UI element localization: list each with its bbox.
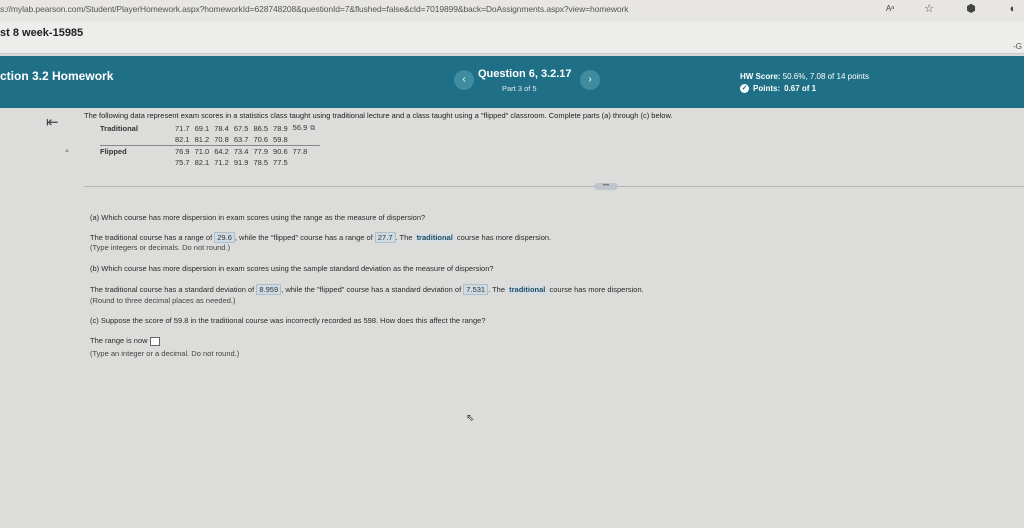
divider xyxy=(84,186,1024,187)
part-b-text: . The xyxy=(488,285,506,294)
read-aloud-icon[interactable]: Aᵃ xyxy=(882,4,898,13)
extension-icon[interactable]: ⬢ xyxy=(960,2,982,15)
part-a-text: course has more dispersion. xyxy=(456,233,552,242)
range-flipped-answer[interactable]: 27.7 xyxy=(374,232,396,243)
copy-data-icon[interactable]: ⧉ xyxy=(310,125,315,132)
course-bar: st 8 week-15985 -G xyxy=(0,22,1024,54)
table-cell: 86.5 xyxy=(253,123,269,133)
table-cell xyxy=(293,157,321,168)
table-row: Flipped 76.9 71.0 64.2 73.4 77.9 90.6 77… xyxy=(100,145,321,157)
points-label: Points: xyxy=(753,84,781,93)
table-cell: 82.1 xyxy=(175,135,190,144)
range-traditional-answer[interactable]: 29.6 xyxy=(214,232,235,243)
table-cell xyxy=(100,157,175,168)
part-a-course-select[interactable]: traditional xyxy=(414,233,455,242)
table-cell: 76.9 xyxy=(175,145,195,157)
question-part: Part 3 of 5 xyxy=(502,84,537,93)
part-c-question: (c) Suppose the score of 59.8 in the tra… xyxy=(90,316,486,325)
table-cell: 82.1 xyxy=(194,158,210,167)
check-icon: ✓ xyxy=(740,84,749,93)
table-cell: 90.6 xyxy=(273,145,293,157)
table-cell xyxy=(100,134,175,146)
points: ✓ Points: 0.67 of 1 xyxy=(740,84,816,93)
part-a-text: . The xyxy=(395,233,413,242)
table-cell: 91.9 xyxy=(233,158,249,167)
part-b-text: course has more dispersion. xyxy=(549,285,644,294)
table-cell: 77.9 xyxy=(253,145,274,157)
table-cell: 63.7 xyxy=(233,135,249,144)
drag-handle-icon[interactable]: ▲ xyxy=(64,148,70,156)
profile-icon[interactable]: ◐ xyxy=(1002,3,1024,15)
hw-score: HW Score: 50.6%, 7.08 of 14 points xyxy=(740,72,869,81)
part-b-text: , while the "flipped" course has a stand… xyxy=(281,285,462,294)
table-cell: 77.5 xyxy=(273,158,288,167)
sd-traditional-answer[interactable]: 8.959 xyxy=(256,284,282,295)
traditional-label: Traditional xyxy=(100,123,138,133)
table-cell: 70.6 xyxy=(253,135,269,144)
data-table: Traditional 71.7 69.1 78.4 67.5 86.5 78.… xyxy=(100,122,321,168)
range-now-input[interactable] xyxy=(149,336,160,346)
table-row: 82.1 81.2 70.8 63.7 70.6 59.8 xyxy=(100,134,320,146)
table-cell: 73.4 xyxy=(233,145,254,157)
part-a-hint: (Type integers or decimals. Do not round… xyxy=(90,243,231,252)
url-text[interactable]: s://mylab.pearson.com/Student/PlayerHome… xyxy=(0,4,628,14)
back-arrow-icon[interactable]: ⇤ xyxy=(46,113,59,131)
table-cell: 81.2 xyxy=(194,135,210,144)
course-right-fragment[interactable]: -G xyxy=(1013,42,1022,51)
part-c-prompt: The range is now xyxy=(90,336,148,345)
part-c-hint: (Type an integer or a decimal. Do not ro… xyxy=(90,349,240,358)
table-cell: 70.8 xyxy=(214,135,229,144)
table-cell: 69.1 xyxy=(194,123,210,133)
expand-more-button[interactable]: ••• xyxy=(594,183,618,190)
table-cell: 71.2 xyxy=(214,158,229,167)
star-icon[interactable]: ☆ xyxy=(918,2,940,15)
part-c-answer-line: The range is now xyxy=(90,336,160,346)
table-cell: 67.5 xyxy=(233,123,249,133)
previous-question-button[interactable]: ‹ xyxy=(454,70,474,90)
table-cell: 56.9 ⧉ xyxy=(293,122,321,134)
hw-score-value: 50.6%, 7.08 of 14 points xyxy=(782,72,869,81)
part-a-answer-line: The traditional course has a range of 29… xyxy=(90,232,551,243)
question-content: ⇤ ▲ The following data represent exam sc… xyxy=(0,108,1024,528)
browser-toolbar-icons: Aᵃ ☆ ⬢ ◐ xyxy=(882,2,1024,16)
sd-flipped-answer[interactable]: 7.531 xyxy=(463,284,489,295)
course-title: st 8 week-15985 xyxy=(0,27,84,39)
part-b-hint: (Round to three decimal places as needed… xyxy=(90,296,236,305)
table-cell: 75.7 xyxy=(175,158,190,167)
browser-address-bar: s://mylab.pearson.com/Student/PlayerHome… xyxy=(0,0,1024,22)
hw-score-label: HW Score: xyxy=(740,72,781,81)
table-cell: 71.0 xyxy=(194,145,215,157)
part-b-question: (b) Which course has more dispersion in … xyxy=(90,264,494,273)
part-a-text: The traditional course has a range of xyxy=(90,233,213,242)
part-b-course-select[interactable]: traditional xyxy=(507,285,548,294)
table-row: Traditional 71.7 69.1 78.4 67.5 86.5 78.… xyxy=(100,122,320,134)
part-a-question: (a) Which course has more dispersion in … xyxy=(90,213,426,222)
table-row: 75.7 82.1 71.2 91.9 78.5 77.5 xyxy=(100,157,320,168)
part-a-text: , while the "flipped" course has a range… xyxy=(234,233,373,242)
question-title: Question 6, 3.2.17 xyxy=(478,68,572,80)
table-cell: 78.4 xyxy=(214,123,229,133)
table-cell: 59.8 xyxy=(273,135,288,144)
table-cell: 77.8 xyxy=(292,145,321,157)
section-title: ction 3.2 Homework xyxy=(0,69,114,83)
part-b-text: The traditional course has a standard de… xyxy=(90,285,255,294)
flipped-label: Flipped xyxy=(100,145,175,157)
table-cell xyxy=(293,134,321,146)
table-cell-value: 56.9 xyxy=(292,123,308,132)
next-question-button[interactable]: › xyxy=(580,70,600,90)
points-value: 0.67 of 1 xyxy=(784,84,817,93)
table-cell: 78.5 xyxy=(253,158,269,167)
part-b-answer-line: The traditional course has a standard de… xyxy=(90,284,644,295)
problem-intro: The following data represent exam scores… xyxy=(84,111,673,120)
table-cell: 78.9 xyxy=(273,123,288,133)
table-cell: 64.2 xyxy=(214,145,234,157)
mouse-cursor-icon: ⇖ xyxy=(466,413,475,424)
homework-header: ction 3.2 Homework ‹ Question 6, 3.2.17 … xyxy=(0,56,1024,108)
table-cell: 71.7 xyxy=(175,123,190,133)
